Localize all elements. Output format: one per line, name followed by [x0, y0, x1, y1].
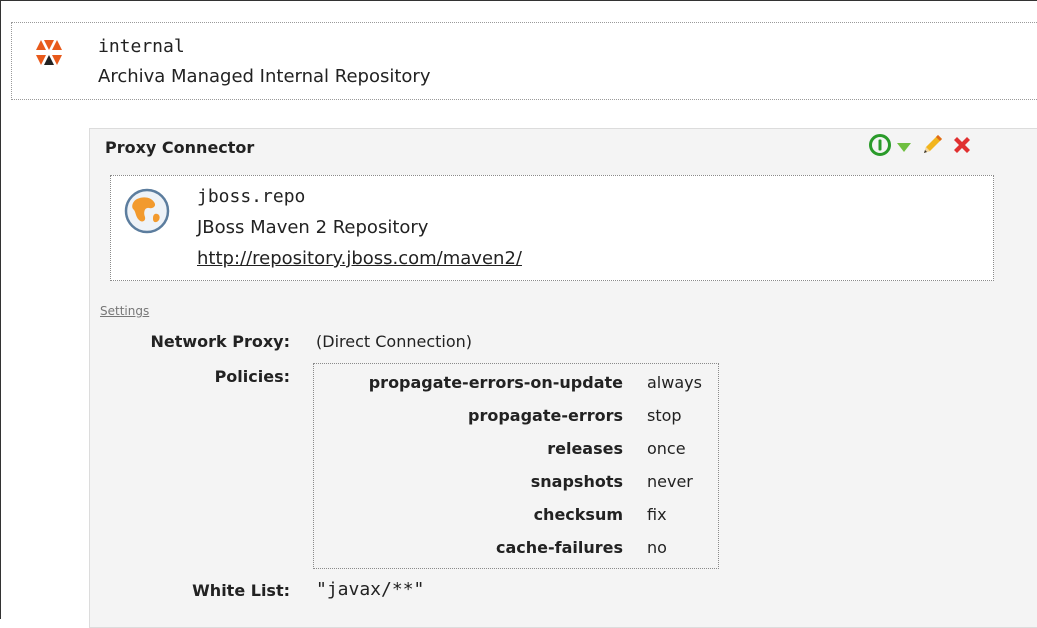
policy-value: always: [647, 373, 702, 392]
white-list-label: White List:: [192, 581, 290, 600]
proxy-connector-title: Proxy Connector: [105, 138, 255, 157]
policy-name: propagate-errors-on-update: [368, 373, 623, 392]
policy-row: cache-failures no: [314, 538, 718, 564]
proxy-connector-panel: Proxy Connector jboss.repo JBoss Maven 2…: [89, 128, 1037, 628]
policies-label: Policies:: [214, 367, 290, 386]
policy-value: fix: [647, 505, 667, 524]
policy-row: snapshots never: [314, 472, 718, 498]
archiva-logo-icon: [34, 36, 64, 72]
policy-row: checksum fix: [314, 505, 718, 531]
network-proxy-label: Network Proxy:: [150, 332, 290, 351]
enable-toggle-icon[interactable]: [868, 133, 892, 161]
policy-row: propagate-errors-on-update always: [314, 373, 718, 399]
dropdown-triangle-icon[interactable]: [896, 139, 912, 158]
pencil-edit-icon[interactable]: [920, 133, 944, 161]
policy-name: propagate-errors: [467, 406, 623, 425]
policy-name: releases: [547, 439, 623, 458]
delete-x-icon[interactable]: [950, 133, 974, 161]
remote-repository-card: jboss.repo JBoss Maven 2 Repository http…: [110, 175, 994, 281]
policy-value: once: [647, 439, 686, 458]
policy-value: stop: [647, 406, 682, 425]
policy-row: propagate-errors stop: [314, 406, 718, 432]
policy-name: cache-failures: [495, 538, 623, 557]
policy-value: no: [647, 538, 667, 557]
globe-icon: [123, 187, 171, 235]
policy-name: snapshots: [530, 472, 623, 491]
white-list-value: "javax/**": [316, 579, 425, 600]
network-proxy-value: (Direct Connection): [316, 332, 473, 351]
policies-table: propagate-errors-on-update always propag…: [313, 363, 719, 569]
policy-row: releases once: [314, 439, 718, 465]
remote-repository-id: jboss.repo: [197, 186, 306, 207]
policy-name: checksum: [533, 505, 623, 524]
policy-value: never: [647, 472, 693, 491]
settings-section-label: Settings: [100, 304, 150, 318]
repository-name: Archiva Managed Internal Repository: [98, 66, 431, 87]
repository-id: internal: [98, 36, 185, 57]
remote-repository-name: JBoss Maven 2 Repository: [197, 217, 429, 238]
repository-header: internal Archiva Managed Internal Reposi…: [11, 22, 1037, 100]
remote-repository-url-link[interactable]: http://repository.jboss.com/maven2/: [197, 248, 522, 269]
